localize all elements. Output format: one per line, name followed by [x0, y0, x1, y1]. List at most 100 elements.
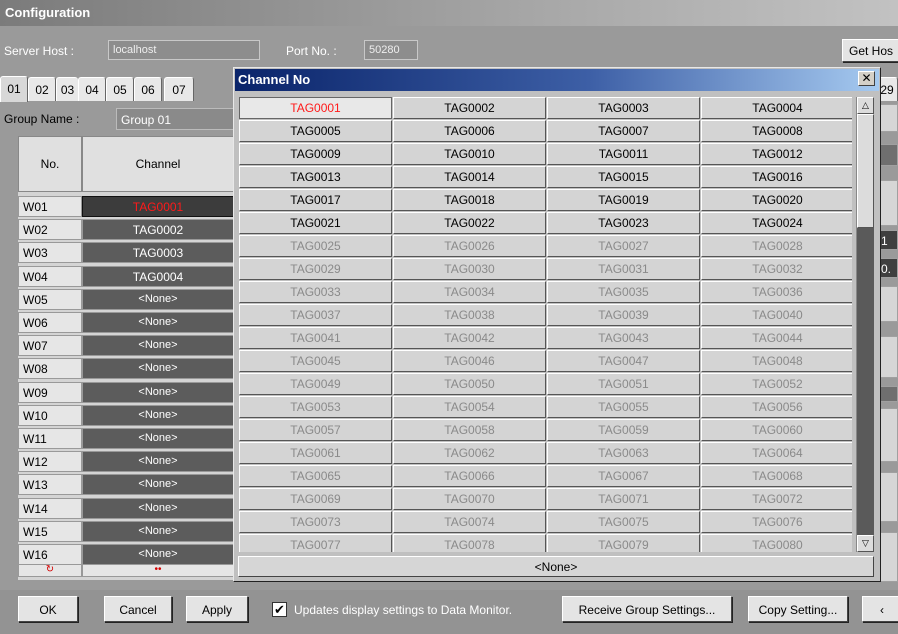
- tag-cell[interactable]: TAG0062: [393, 442, 546, 464]
- tag-cell[interactable]: TAG0008: [701, 120, 852, 142]
- tag-cell[interactable]: TAG0032: [701, 258, 852, 280]
- row-channel-cell[interactable]: <None>: [82, 428, 234, 449]
- tag-cell[interactable]: TAG0005: [239, 120, 392, 142]
- dialog-scrollbar[interactable]: △ ▽: [856, 97, 874, 552]
- tag-cell[interactable]: TAG0067: [547, 465, 700, 487]
- tag-cell[interactable]: TAG0066: [393, 465, 546, 487]
- tag-cell[interactable]: TAG0043: [547, 327, 700, 349]
- tag-cell[interactable]: TAG0042: [393, 327, 546, 349]
- tag-cell[interactable]: TAG0050: [393, 373, 546, 395]
- tag-cell[interactable]: TAG0063: [547, 442, 700, 464]
- tag-cell[interactable]: TAG0077: [239, 534, 392, 552]
- row-channel-cell[interactable]: <None>: [82, 335, 234, 356]
- tag-cell[interactable]: TAG0048: [701, 350, 852, 372]
- group-name-field[interactable]: Group 01: [116, 108, 234, 130]
- tag-cell[interactable]: TAG0079: [547, 534, 700, 552]
- tag-cell[interactable]: TAG0044: [701, 327, 852, 349]
- apply-button[interactable]: Apply: [186, 596, 248, 622]
- tag-cell[interactable]: TAG0054: [393, 396, 546, 418]
- tag-cell[interactable]: TAG0013: [239, 166, 392, 188]
- tag-cell[interactable]: TAG0017: [239, 189, 392, 211]
- tag-cell[interactable]: TAG0003: [547, 97, 700, 119]
- tag-cell[interactable]: TAG0006: [393, 120, 546, 142]
- tag-cell[interactable]: TAG0055: [547, 396, 700, 418]
- tag-cell[interactable]: TAG0041: [239, 327, 392, 349]
- tag-cell[interactable]: TAG0012: [701, 143, 852, 165]
- row-channel-cell[interactable]: TAG0004: [82, 266, 234, 287]
- tag-cell[interactable]: TAG0076: [701, 511, 852, 533]
- tag-cell[interactable]: TAG0015: [547, 166, 700, 188]
- tag-cell[interactable]: TAG0074: [393, 511, 546, 533]
- tag-cell[interactable]: TAG0045: [239, 350, 392, 372]
- copy-setting-button[interactable]: Copy Setting...: [748, 596, 848, 622]
- tab-04[interactable]: 04: [78, 77, 106, 101]
- tag-cell[interactable]: TAG0021: [239, 212, 392, 234]
- receive-group-settings-button[interactable]: Receive Group Settings...: [562, 596, 732, 622]
- row-channel-cell[interactable]: TAG0003: [82, 242, 234, 263]
- scrollbar-track[interactable]: [857, 228, 874, 535]
- tag-cell[interactable]: TAG0064: [701, 442, 852, 464]
- partial-right-button[interactable]: ‹: [862, 596, 898, 622]
- tag-cell[interactable]: TAG0057: [239, 419, 392, 441]
- tag-cell[interactable]: TAG0068: [701, 465, 852, 487]
- tag-cell[interactable]: TAG0033: [239, 281, 392, 303]
- none-button[interactable]: <None>: [238, 556, 874, 577]
- tag-cell[interactable]: TAG0020: [701, 189, 852, 211]
- tag-cell[interactable]: TAG0037: [239, 304, 392, 326]
- row-channel-cell[interactable]: <None>: [82, 521, 234, 542]
- tag-cell[interactable]: TAG0049: [239, 373, 392, 395]
- tab-05[interactable]: 05: [106, 77, 134, 101]
- row-channel-cell[interactable]: <None>: [82, 382, 234, 403]
- tab-06[interactable]: 06: [134, 77, 162, 101]
- scrollbar-thumb[interactable]: [857, 114, 874, 228]
- tag-cell[interactable]: TAG0080: [701, 534, 852, 552]
- row-channel-cell[interactable]: <None>: [82, 544, 234, 565]
- tab-07[interactable]: 07: [164, 77, 194, 101]
- tag-cell[interactable]: TAG0059: [547, 419, 700, 441]
- tag-cell[interactable]: TAG0051: [547, 373, 700, 395]
- tag-cell[interactable]: TAG0007: [547, 120, 700, 142]
- tag-cell[interactable]: TAG0046: [393, 350, 546, 372]
- tag-cell[interactable]: TAG0061: [239, 442, 392, 464]
- tag-cell[interactable]: TAG0002: [393, 97, 546, 119]
- tag-cell[interactable]: TAG0038: [393, 304, 546, 326]
- row-channel-cell[interactable]: <None>: [82, 451, 234, 472]
- tag-cell[interactable]: TAG0010: [393, 143, 546, 165]
- get-host-button[interactable]: Get Hos: [842, 39, 898, 62]
- tag-cell[interactable]: TAG0027: [547, 235, 700, 257]
- ok-button[interactable]: OK: [18, 596, 78, 622]
- triangle-up-icon[interactable]: △: [857, 97, 874, 114]
- tag-cell[interactable]: TAG0053: [239, 396, 392, 418]
- tag-cell[interactable]: TAG0014: [393, 166, 546, 188]
- tag-cell[interactable]: TAG0073: [239, 511, 392, 533]
- server-host-field[interactable]: localhost: [108, 40, 260, 60]
- row-channel-cell[interactable]: <None>: [82, 312, 234, 333]
- tag-cell[interactable]: TAG0035: [547, 281, 700, 303]
- tag-cell[interactable]: TAG0024: [701, 212, 852, 234]
- port-field[interactable]: 50280: [364, 40, 418, 60]
- row-channel-cell[interactable]: <None>: [82, 289, 234, 310]
- refresh-icon[interactable]: ↻: [18, 564, 82, 577]
- tag-cell[interactable]: TAG0058: [393, 419, 546, 441]
- tab-03[interactable]: 03: [56, 77, 78, 101]
- row-channel-cell[interactable]: TAG0002: [82, 219, 234, 240]
- row-channel-cell[interactable]: <None>: [82, 405, 234, 426]
- row-channel-cell[interactable]: <None>: [82, 358, 234, 379]
- tag-cell[interactable]: TAG0040: [701, 304, 852, 326]
- tag-cell[interactable]: TAG0009: [239, 143, 392, 165]
- tag-cell[interactable]: TAG0030: [393, 258, 546, 280]
- tag-cell[interactable]: TAG0070: [393, 488, 546, 510]
- tag-cell[interactable]: TAG0023: [547, 212, 700, 234]
- tag-cell[interactable]: TAG0011: [547, 143, 700, 165]
- tab-01[interactable]: 01: [0, 76, 28, 102]
- row-channel-cell[interactable]: <None>: [82, 498, 234, 519]
- tag-cell[interactable]: TAG0056: [701, 396, 852, 418]
- update-display-checkbox[interactable]: ✔: [272, 602, 287, 617]
- tag-cell[interactable]: TAG0019: [547, 189, 700, 211]
- tag-cell[interactable]: TAG0031: [547, 258, 700, 280]
- tag-cell[interactable]: TAG0075: [547, 511, 700, 533]
- tag-cell[interactable]: TAG0039: [547, 304, 700, 326]
- tag-cell[interactable]: TAG0060: [701, 419, 852, 441]
- tag-cell[interactable]: TAG0026: [393, 235, 546, 257]
- tab-02[interactable]: 02: [28, 77, 56, 101]
